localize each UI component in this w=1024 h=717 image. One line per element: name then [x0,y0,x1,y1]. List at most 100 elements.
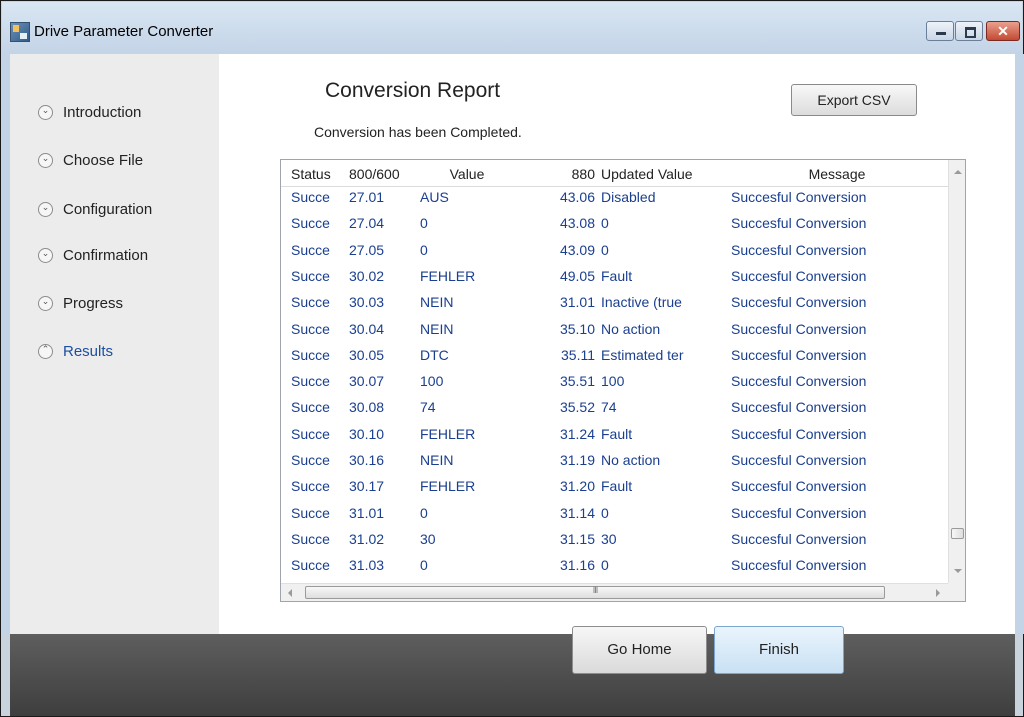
cell-status: Succe [291,215,330,232]
cell-status: Succe [291,241,330,258]
page-title: Conversion Report [325,79,501,102]
nav-item-label: Introduction [63,104,142,121]
table-row[interactable]: Succe 30.17 FEHLER 31.20 Fault Succesful Conv… [281,476,948,502]
cell-880: 43.08 [559,215,595,232]
cell-880: 43.09 [559,241,595,258]
table-row[interactable]: Succe 27.04 0 43.08 0 Succesful Conversion [281,213,948,239]
table-row[interactable]: Succe 27.05 0 43.09 0 Succesful Conversion [281,240,948,266]
cell-status: Succe [291,189,330,205]
table-row[interactable]: Succe 30.10 FEHLER 31.24 Fault Succesful Conv… [281,424,948,450]
cell-800-600: 30.10 [349,425,385,442]
table-row[interactable]: Succe 30.03 NEIN 31.01 Inactive (true Succesf… [281,292,948,318]
window-title: Drive Parameter Converter [34,23,214,40]
cell-updated-value: Fault [601,478,633,495]
column-header-updated-value[interactable]: Updated Value [601,166,719,182]
column-header-message[interactable]: Message [726,166,948,182]
cell-800-600: 30.16 [349,452,385,468]
cell-value: NEIN [420,452,454,468]
horizontal-scroll-thumb[interactable]: III [305,585,885,599]
column-header-value[interactable]: Value [411,166,523,182]
wizard-steps-sidebar: ⌄ Introduction ⌄ Choose File ⌄ Configura… [10,54,219,634]
cell-updated-value: No action [601,452,661,468]
cell-880: 31.24 [559,425,595,442]
cell-updated-value: 74 [601,399,617,416]
cell-value: 0 [420,241,428,258]
cell-updated-value: 0 [601,215,609,232]
cell-message: Succesful Conversion [731,425,867,442]
table-row[interactable]: Succe 30.02 FEHLER 49.05 Fault Succesful Conv… [281,266,948,292]
chevron-down-icon: ⌄ [38,105,53,120]
scroll-left-icon[interactable] [288,589,292,597]
go-home-button[interactable]: Go Home [572,626,707,674]
chevron-down-icon: ⌄ [38,296,53,311]
table-row[interactable]: Succe 31.03 0 31.16 0 Succesful Conversion [281,555,948,581]
cell-880: 31.01 [559,294,595,311]
table-row[interactable]: Succe 27.01 AUS 43.06 Disabled Succesful Conv… [281,187,948,213]
nav-item-label: Confirmation [63,247,149,264]
maximize-button[interactable] [955,21,983,41]
cell-value: 0 [420,504,428,521]
cell-880: 35.11 [561,346,595,363]
cell-800-600: 30.05 [349,346,385,363]
cell-800-600: 31.03 [349,557,385,574]
table-row[interactable]: Succe 30.16 NEIN 31.19 No action Succesful Co… [281,450,948,476]
export-csv-button[interactable]: Export CSV [791,84,917,116]
cell-status: Succe [291,294,330,311]
cell-updated-value: 0 [601,557,609,574]
nav-item-label: Configuration [63,201,153,218]
cell-880: 35.51 [559,373,595,390]
column-header-800-600[interactable]: 800/600 [349,166,407,182]
cell-updated-value: 100 [601,373,625,390]
cell-updated-value: No action [601,320,661,337]
cell-status: Succe [291,399,330,416]
cell-value: FEHLER [420,478,476,495]
cell-updated-value: Estimated ter [601,346,684,363]
cell-status: Succe [291,425,330,442]
cell-status: Succe [291,504,330,521]
cell-800-600: 31.02 [349,530,385,547]
cell-value: DTC [420,346,449,363]
cell-800-600: 30.04 [349,320,385,337]
cell-message: Succesful Conversion [731,530,867,547]
cell-status: Succe [291,530,330,547]
cell-880: 31.14 [559,504,595,521]
cell-updated-value: Fault [601,425,633,442]
cell-status: Succe [291,373,330,390]
cell-message: Succesful Conversion [731,452,867,468]
app-icon [10,22,30,42]
table-row[interactable]: Succe 30.05 DTC 35.11 Estimated ter Succesful… [281,345,948,371]
vertical-scrollbar[interactable] [948,160,965,583]
title-bar[interactable]: Drive Parameter Converter ✕ [2,2,1022,54]
table-row[interactable]: Succe 30.04 NEIN 35.10 No action Succesful Co… [281,319,948,345]
cell-value: AUS [420,189,449,205]
vertical-scroll-thumb[interactable] [951,528,964,539]
minimize-button[interactable] [926,21,954,41]
cell-value: FEHLER [420,425,476,442]
close-button[interactable]: ✕ [986,21,1020,41]
table-row[interactable]: Succe 31.02 30 31.15 30 Succesful Conversion [281,529,948,555]
scroll-up-icon[interactable] [954,170,962,174]
scroll-right-icon[interactable] [936,589,940,597]
cell-800-600: 27.05 [349,241,385,258]
cell-message: Succesful Conversion [731,399,867,416]
cell-value: FEHLER [420,267,476,284]
table-row[interactable]: Succe 30.07 100 35.51 100 Succesful Conversio… [281,371,948,397]
cell-message: Succesful Conversion [731,346,867,363]
column-header-status[interactable]: Status [291,166,346,182]
horizontal-scrollbar[interactable]: III [281,583,948,601]
cell-status: Succe [291,452,330,468]
cell-value: 0 [420,557,428,574]
cell-880: 31.19 [559,452,595,468]
cell-800-600: 30.17 [349,478,385,495]
table-row[interactable]: Succe 30.08 74 35.52 74 Succesful Conversion [281,397,948,423]
results-table[interactable]: Status 800/600 Value 880 Updated Value M… [280,159,966,602]
cell-message: Succesful Conversion [731,504,867,521]
grip-icon: III [592,585,599,595]
finish-button[interactable]: Finish [714,626,844,674]
table-row[interactable]: Succe 31.01 0 31.14 0 Succesful Conversion [281,503,948,529]
cell-status: Succe [291,267,330,284]
cell-800-600: 27.04 [349,215,385,232]
column-header-880[interactable]: 880 [525,166,595,182]
cell-message: Succesful Conversion [731,478,867,495]
scroll-down-icon[interactable] [954,569,962,573]
